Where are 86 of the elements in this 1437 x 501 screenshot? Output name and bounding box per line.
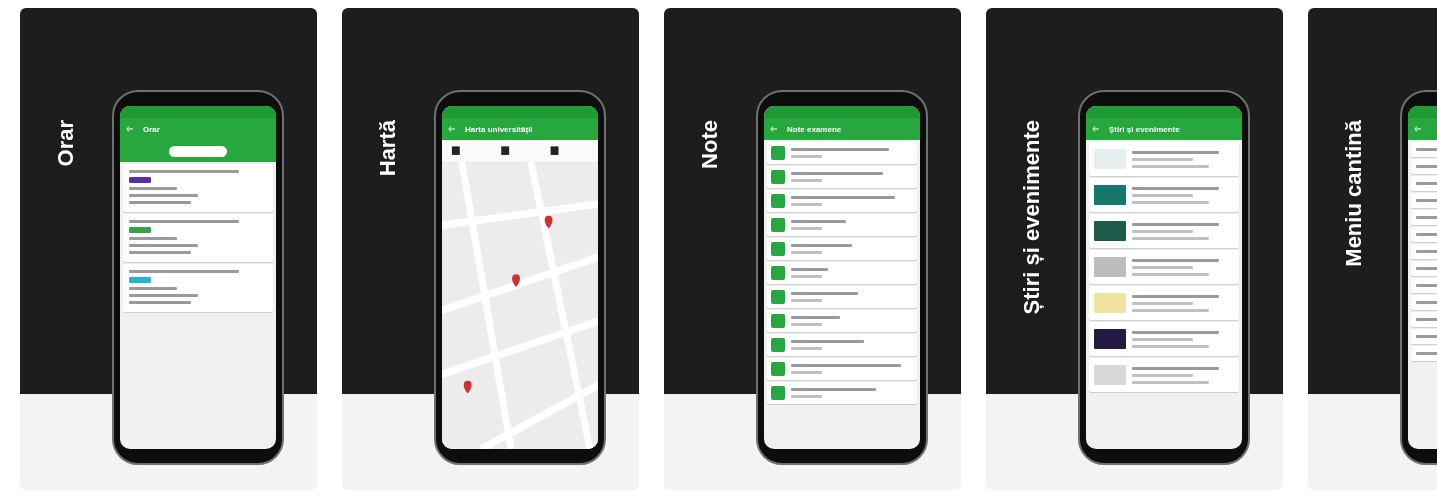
screen-title: Știri și evenimente: [1109, 124, 1180, 134]
text-placeholder: [129, 237, 178, 240]
text-placeholder: [1132, 301, 1194, 305]
text-placeholder: [791, 220, 846, 223]
grade-badge: [771, 194, 785, 208]
grade-badge: [771, 242, 785, 256]
text-placeholder: [129, 301, 192, 304]
text-placeholder: [791, 316, 840, 319]
screen-title: Harta universității: [465, 124, 533, 134]
grade-badge: [771, 218, 785, 232]
grade-badge: [771, 146, 785, 160]
back-arrow-icon[interactable]: [448, 126, 455, 132]
grade-badge: [771, 314, 785, 328]
grade-row[interactable]: [767, 262, 917, 284]
thumbnail-placeholder: [1094, 221, 1126, 241]
grade-row[interactable]: [767, 142, 917, 164]
text-placeholder: [791, 299, 822, 302]
grade-badge: [771, 170, 785, 184]
text-placeholder: [791, 268, 828, 271]
text-placeholder: [129, 251, 192, 254]
text-placeholder: [791, 323, 822, 326]
text-placeholder: [791, 227, 822, 230]
grade-badge: [771, 362, 785, 376]
date-search-pill[interactable]: [169, 145, 227, 157]
card-caption: Știri și evenimente: [1019, 120, 1045, 315]
class-card[interactable]: [123, 264, 273, 312]
text-placeholder: [1132, 373, 1194, 377]
text-placeholder: [129, 187, 178, 190]
text-placeholder: [791, 244, 852, 247]
text-placeholder: [1132, 193, 1194, 197]
text-placeholder: [791, 155, 822, 158]
card-caption: Hartă: [375, 120, 401, 177]
grade-row[interactable]: [767, 310, 917, 332]
thumbnail-placeholder: [1094, 185, 1126, 205]
text-placeholder: [791, 179, 822, 182]
grade-row[interactable]: [767, 334, 917, 356]
grade-badge: [771, 338, 785, 352]
thumbnail-placeholder: [1094, 365, 1126, 385]
back-arrow-icon[interactable]: [1092, 126, 1099, 132]
card-caption: Note: [697, 120, 723, 169]
text-placeholder: [791, 347, 822, 350]
screenshot-card[interactable]: Note Note examene: [664, 8, 961, 490]
grade-row[interactable]: [767, 238, 917, 260]
back-arrow-icon[interactable]: [1414, 126, 1421, 132]
screen-title: Orar: [143, 124, 160, 134]
thumbnail-placeholder: [1094, 149, 1126, 169]
class-card[interactable]: [123, 214, 273, 262]
text-placeholder: [791, 292, 859, 295]
grade-row[interactable]: [767, 382, 917, 404]
grade-row[interactable]: [767, 190, 917, 212]
text-placeholder: [129, 294, 198, 297]
grade-badge: [771, 386, 785, 400]
thumbnail-placeholder: [1094, 329, 1126, 349]
grade-row[interactable]: [767, 214, 917, 236]
text-placeholder: [791, 395, 822, 398]
screenshot-card[interactable]: Știri și evenimente Știri și evenimente: [986, 8, 1283, 490]
news-row[interactable]: [1089, 322, 1239, 356]
card-caption: Orar: [53, 120, 79, 167]
text-placeholder: [129, 287, 178, 290]
text-placeholder: [129, 194, 198, 197]
screen-title: Note examene: [787, 124, 842, 134]
card-caption: Meniu cantină: [1341, 120, 1367, 267]
screenshot-card[interactable]: Hartă Harta universității: [342, 8, 639, 490]
grade-badge: [771, 290, 785, 304]
text-placeholder: [1132, 229, 1194, 233]
grade-badge: [771, 266, 785, 280]
grade-row[interactable]: [767, 286, 917, 308]
screenshot-card[interactable]: Orar Orar: [20, 8, 317, 490]
text-placeholder: [791, 275, 822, 278]
thumbnail-placeholder: [1094, 257, 1126, 277]
text-placeholder: [791, 203, 822, 206]
text-placeholder: [129, 201, 192, 204]
text-placeholder: [1132, 265, 1194, 269]
text-placeholder: [129, 244, 198, 247]
text-placeholder: [1132, 337, 1194, 341]
grade-row[interactable]: [767, 166, 917, 188]
text-placeholder: [1132, 157, 1194, 161]
news-row[interactable]: [1089, 214, 1239, 248]
thumbnail-placeholder: [1094, 293, 1126, 313]
screenshot-card[interactable]: Meniu cantină: [1308, 8, 1437, 490]
back-arrow-icon[interactable]: [770, 126, 777, 132]
class-card[interactable]: [123, 164, 273, 212]
text-placeholder: [791, 371, 822, 374]
back-arrow-icon[interactable]: [126, 126, 133, 132]
text-placeholder: [791, 251, 822, 254]
grade-row[interactable]: [767, 358, 917, 380]
